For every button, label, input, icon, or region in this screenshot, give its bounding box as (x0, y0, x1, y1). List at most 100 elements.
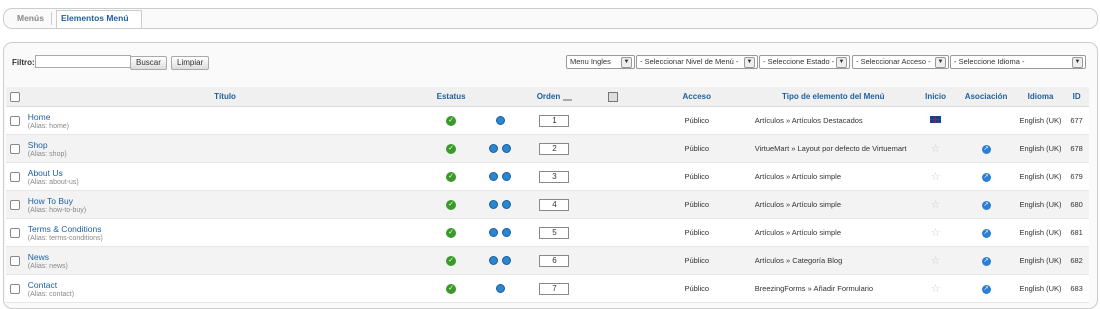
header-access[interactable]: Acceso (642, 87, 751, 107)
move-up-icon[interactable] (489, 256, 499, 266)
menu-select[interactable]: Menu Ingles ▼ (566, 55, 635, 69)
published-check-icon[interactable]: ✓ (446, 256, 457, 266)
move-up-icon[interactable] (495, 284, 505, 294)
association-icon[interactable]: ↗ (981, 173, 991, 182)
sort-icon (563, 93, 573, 101)
move-down-icon[interactable] (502, 256, 512, 266)
language-select[interactable]: - Seleccione Idioma - ▼ (950, 55, 1086, 69)
status-cell: ✓ (426, 162, 476, 191)
id-cell: 679 (1064, 162, 1089, 191)
order-input[interactable]: 4 (539, 198, 570, 211)
row-checkbox[interactable] (9, 255, 20, 266)
published-check-icon[interactable]: ✓ (446, 200, 457, 210)
order-input[interactable]: 7 (539, 282, 570, 295)
language-cell: English (UK) (1016, 134, 1065, 163)
clear-button[interactable]: Limpiar (171, 56, 210, 70)
tab-menu-items[interactable]: Elementos Menú (61, 13, 129, 23)
published-check-icon[interactable]: ✓ (446, 172, 457, 182)
menu-items-table: Título Estatus Orden Acceso Tipo de elem… (6, 87, 1089, 303)
item-title-link[interactable]: How To Buy (28, 196, 427, 206)
order-input[interactable]: 5 (539, 226, 570, 239)
move-down-icon[interactable] (502, 200, 512, 210)
item-title-link[interactable]: News (28, 252, 427, 262)
table-row: Home (Alias: home) ✓ 1 Público Artículos » Ar… (6, 106, 1089, 135)
access-select[interactable]: - Seleccionar Acceso - ▼ (852, 55, 949, 69)
header-id[interactable]: ID (1064, 87, 1089, 107)
order-spacer-cell (584, 134, 643, 163)
move-down-icon[interactable] (502, 144, 512, 154)
row-checkbox[interactable] (9, 199, 20, 210)
item-title-link[interactable]: About Us (28, 168, 427, 178)
language-cell: English (UK) (1016, 190, 1065, 219)
association-icon[interactable]: ↗ (981, 201, 991, 210)
move-down-icon[interactable] (495, 116, 505, 126)
association-icon[interactable]: ↗ (981, 145, 991, 154)
item-title-link[interactable]: Contact (28, 280, 427, 290)
row-checkbox[interactable] (9, 115, 20, 126)
header-home[interactable]: Inicio (915, 87, 956, 107)
item-title-link[interactable]: Terms & Conditions (28, 224, 427, 234)
association-icon[interactable]: ↗ (981, 229, 991, 238)
order-input[interactable]: 2 (539, 142, 570, 155)
move-up-icon[interactable] (489, 200, 499, 210)
header-save-order[interactable] (584, 87, 643, 107)
menu-select-value: Menu Ingles (570, 57, 611, 66)
order-input[interactable]: 3 (539, 170, 570, 183)
order-cell: 2 (524, 134, 585, 163)
header-title[interactable]: Título (23, 87, 427, 107)
save-order-icon (608, 91, 619, 102)
row-checkbox[interactable] (9, 143, 20, 154)
move-down-icon[interactable] (502, 228, 512, 238)
header-order[interactable]: Orden (524, 87, 585, 107)
star-icon[interactable]: ☆ (931, 171, 941, 183)
header-status[interactable]: Estatus (426, 87, 476, 107)
search-button[interactable]: Buscar (130, 56, 167, 70)
published-check-icon[interactable]: ✓ (446, 144, 457, 154)
table-row: Terms & Conditions (Alias: terms-conditio… (6, 218, 1089, 247)
order-input[interactable]: 6 (539, 254, 570, 267)
row-checkbox-cell (6, 134, 24, 163)
id-cell: 678 (1064, 134, 1089, 163)
star-icon[interactable]: ☆ (931, 227, 941, 239)
access-select-value: - Seleccionar Acceso - (856, 57, 931, 66)
id-cell: 680 (1064, 190, 1089, 219)
item-alias: (Alias: terms-conditions) (27, 234, 103, 242)
row-checkbox[interactable] (9, 283, 20, 294)
uk-flag-icon[interactable] (930, 116, 942, 123)
move-up-icon[interactable] (489, 172, 499, 182)
item-title-link[interactable]: Shop (28, 140, 427, 150)
move-down-icon[interactable] (502, 172, 512, 182)
ordering-arrows-cell (475, 274, 525, 303)
move-up-icon[interactable] (489, 228, 499, 238)
row-checkbox[interactable] (9, 227, 20, 238)
published-check-icon[interactable]: ✓ (446, 284, 457, 294)
language-cell: English (UK) (1016, 162, 1065, 191)
state-select[interactable]: - Seleccione Estado - ▼ (759, 55, 850, 69)
select-all-checkbox[interactable] (9, 91, 20, 102)
home-cell: ☆ (915, 246, 956, 275)
header-order-label: Orden (536, 92, 561, 101)
tab-menus[interactable]: Menús (17, 13, 44, 23)
star-icon[interactable]: ☆ (931, 199, 941, 211)
ordering-arrows-cell (475, 162, 525, 191)
order-input[interactable]: 1 (539, 114, 570, 127)
association-icon[interactable]: ↗ (981, 257, 991, 266)
star-icon[interactable]: ☆ (931, 283, 941, 295)
header-language[interactable]: Idioma (1016, 87, 1065, 107)
star-icon[interactable]: ☆ (931, 143, 941, 155)
access-cell: Público (642, 246, 751, 275)
header-type[interactable]: Tipo de elemento del Menú (750, 87, 916, 107)
item-title-link[interactable]: Home (28, 112, 427, 122)
published-check-icon[interactable]: ✓ (446, 116, 457, 126)
language-cell: English (UK) (1016, 246, 1065, 275)
title-cell: Contact (Alias: contact) (23, 274, 427, 303)
table-row: Contact (Alias: contact) ✓ 7 Público Breezing… (6, 274, 1089, 303)
row-checkbox[interactable] (9, 171, 20, 182)
star-icon[interactable]: ☆ (931, 255, 941, 267)
association-icon[interactable]: ↗ (981, 285, 991, 294)
header-association[interactable]: Asociación (955, 87, 1017, 107)
filter-input[interactable] (35, 55, 131, 68)
level-select[interactable]: - Seleccionar Nivel de Menú - ▼ (636, 55, 758, 69)
published-check-icon[interactable]: ✓ (446, 228, 457, 238)
move-up-icon[interactable] (489, 144, 499, 154)
